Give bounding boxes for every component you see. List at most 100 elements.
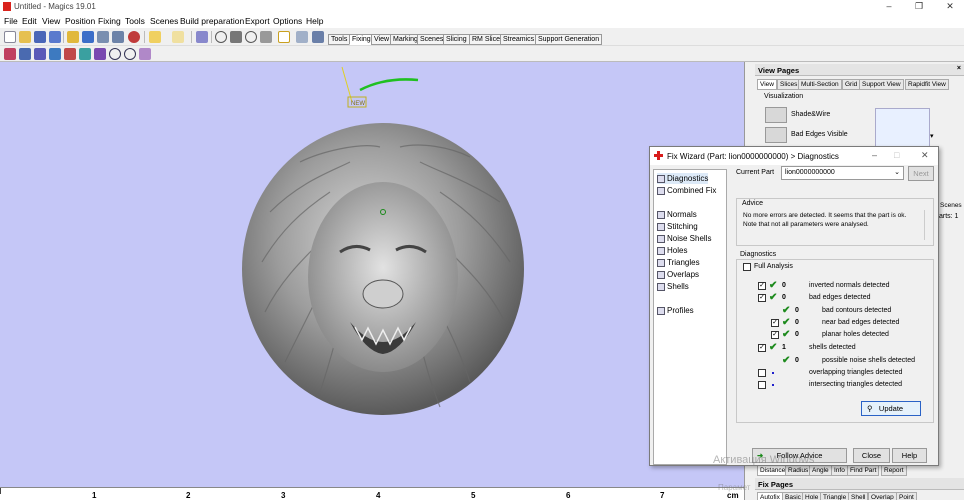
- tab-point[interactable]: Point: [896, 492, 917, 500]
- tab-slicing[interactable]: Slicing: [443, 34, 470, 45]
- tab-info[interactable]: Info: [831, 465, 848, 476]
- shells-checkbox[interactable]: ✓: [758, 344, 766, 352]
- planar-holes-checkbox[interactable]: ✓: [771, 331, 779, 339]
- dialog-close-icon[interactable]: ✕: [921, 150, 929, 161]
- save-as-icon[interactable]: [49, 31, 61, 43]
- update-button[interactable]: ⚲ Update: [861, 401, 921, 416]
- menu-export[interactable]: Export: [245, 16, 270, 26]
- view-cube-icon[interactable]: [875, 108, 930, 148]
- nav-shells[interactable]: Shells: [657, 281, 689, 292]
- stitch-icon[interactable]: [49, 48, 61, 60]
- tab-scenes[interactable]: Scenes: [417, 34, 447, 45]
- overlapping-triangles-checkbox[interactable]: [758, 369, 766, 377]
- redo-icon[interactable]: [172, 31, 184, 43]
- zoom-icon[interactable]: [245, 31, 257, 43]
- tab-angle[interactable]: Angle: [809, 465, 832, 476]
- help-button[interactable]: Help: [892, 448, 927, 463]
- pan-icon[interactable]: [230, 31, 242, 43]
- nav-stitching[interactable]: Stitching: [657, 221, 698, 232]
- near-bad-edges-checkbox[interactable]: ✓: [771, 319, 779, 327]
- nav-combined-fix[interactable]: Combined Fix: [657, 185, 716, 196]
- new-file-icon[interactable]: [4, 31, 16, 43]
- tab-slices[interactable]: Slices: [777, 79, 801, 90]
- select-pointer-icon[interactable]: [196, 31, 208, 43]
- close-button[interactable]: Close: [853, 448, 890, 463]
- shells-icon[interactable]: [34, 48, 46, 60]
- tab-shell[interactable]: Shell: [848, 492, 869, 500]
- advice-scrollbar[interactable]: [924, 210, 930, 240]
- unify-icon[interactable]: [124, 48, 136, 60]
- tab-overlap[interactable]: Overlap: [868, 492, 897, 500]
- undo-icon[interactable]: [149, 31, 161, 43]
- next-button[interactable]: Next: [908, 166, 934, 181]
- chevron-down-icon[interactable]: ▾: [930, 132, 934, 140]
- nav-normals[interactable]: Normals: [657, 209, 697, 220]
- nav-holes[interactable]: Holes: [657, 245, 687, 256]
- current-part-select[interactable]: lion0000000000 ⌄: [781, 166, 904, 180]
- nav-noise-shells[interactable]: Noise Shells: [657, 233, 711, 244]
- close-icon[interactable]: ✕: [943, 1, 957, 13]
- intersecting-triangles-checkbox[interactable]: [758, 381, 766, 389]
- auto-fix-icon[interactable]: [19, 48, 31, 60]
- dialog-minimize-icon[interactable]: –: [872, 150, 877, 160]
- wrap-icon[interactable]: [139, 48, 151, 60]
- checklist-icon[interactable]: [278, 31, 290, 43]
- menu-position[interactable]: Position: [65, 16, 95, 26]
- print-icon[interactable]: [112, 31, 124, 43]
- triangles-icon[interactable]: [64, 48, 76, 60]
- export-icon[interactable]: [82, 31, 94, 43]
- nav-overlaps[interactable]: Overlaps: [657, 269, 699, 280]
- panel-close-icon[interactable]: ×: [957, 65, 961, 72]
- scenes-tab[interactable]: Scenes: [940, 202, 962, 209]
- save-icon[interactable]: [34, 31, 46, 43]
- import-icon[interactable]: [67, 31, 79, 43]
- nav-triangles[interactable]: Triangles: [657, 257, 700, 268]
- settings-icon[interactable]: [312, 31, 324, 43]
- menu-fixing[interactable]: Fixing: [98, 16, 121, 26]
- 3d-viewport[interactable]: NEW: [0, 62, 744, 487]
- overlap-icon[interactable]: [94, 48, 106, 60]
- tab-autofix[interactable]: Autofix: [757, 492, 783, 500]
- open-folder-icon[interactable]: [19, 31, 31, 43]
- nav-profiles[interactable]: Profiles: [657, 305, 694, 316]
- restore-icon[interactable]: ❐: [912, 1, 926, 13]
- fix-wizard-icon[interactable]: [4, 48, 16, 60]
- bad-edges-label[interactable]: Bad Edges Visible: [791, 131, 848, 138]
- minimize-icon[interactable]: –: [882, 1, 896, 13]
- normals-icon[interactable]: [109, 48, 121, 60]
- tab-support-view[interactable]: Support View: [859, 79, 904, 90]
- menu-view[interactable]: View: [42, 16, 60, 26]
- tab-support-generation[interactable]: Support Generation: [535, 34, 603, 45]
- tab-multi-section[interactable]: Multi-Section: [798, 79, 842, 90]
- tab-triangle[interactable]: Triangle: [820, 492, 850, 500]
- tab-report[interactable]: Report: [881, 465, 907, 476]
- tab-fixing[interactable]: Fixing: [349, 34, 374, 45]
- tab-basic[interactable]: Basic: [782, 492, 804, 500]
- nav-diagnostics[interactable]: Diagnostics: [657, 173, 709, 184]
- part-list-icon[interactable]: [97, 31, 109, 43]
- stop-icon[interactable]: [128, 31, 140, 43]
- menu-file[interactable]: File: [4, 16, 18, 26]
- tab-find-part[interactable]: Find Part: [847, 465, 880, 476]
- menu-scenes[interactable]: Scenes: [150, 16, 178, 26]
- dialog-maximize-icon[interactable]: □: [894, 150, 899, 160]
- inverted-normals-checkbox[interactable]: ✓: [758, 282, 766, 290]
- menu-help[interactable]: Help: [306, 16, 323, 26]
- menu-edit[interactable]: Edit: [22, 16, 37, 26]
- tab-streamics[interactable]: Streamics: [500, 34, 538, 45]
- menu-tools[interactable]: Tools: [125, 16, 145, 26]
- tab-hole[interactable]: Hole: [802, 492, 822, 500]
- holes-icon[interactable]: [79, 48, 91, 60]
- tab-radius[interactable]: Radius: [785, 465, 812, 476]
- shade-wire-icon[interactable]: [765, 107, 787, 123]
- bad-edges-checkbox[interactable]: ✓: [758, 294, 766, 302]
- menu-build-preparation[interactable]: Build preparation: [180, 16, 244, 26]
- menu-options[interactable]: Options: [273, 16, 302, 26]
- view-icon[interactable]: [296, 31, 308, 43]
- tab-grid[interactable]: Grid: [842, 79, 861, 90]
- tab-view[interactable]: View: [371, 34, 393, 45]
- full-analysis-checkbox[interactable]: [743, 263, 751, 271]
- bad-edges-icon[interactable]: [765, 127, 787, 143]
- tab-rapidfit-view[interactable]: Rapidfit View: [905, 79, 949, 90]
- tab-view-page[interactable]: View: [757, 79, 777, 90]
